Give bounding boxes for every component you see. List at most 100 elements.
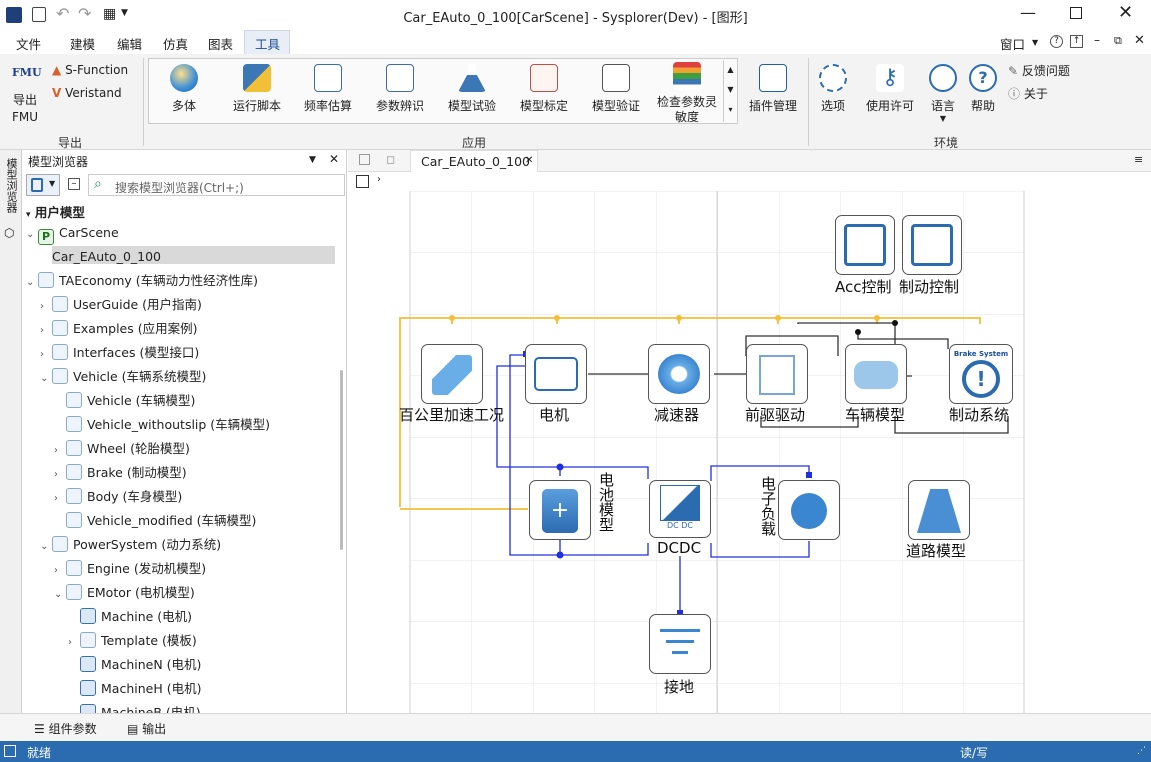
tree-expander-icon[interactable]: ⌄ [54, 584, 66, 606]
sfunction-button[interactable]: ▲ S-Function [52, 63, 128, 77]
veristand-button[interactable]: V Veristand [52, 86, 122, 100]
block-acc-control[interactable] [835, 215, 895, 275]
tree-item[interactable]: › Template (模板) [68, 630, 197, 652]
tab-car-eauto[interactable]: Car_EAuto_0_100 ✕ [410, 150, 538, 173]
app-multibody[interactable]: 多体 [160, 64, 208, 114]
block-battery[interactable]: + [529, 480, 591, 540]
block-road[interactable] [908, 480, 970, 540]
about-button[interactable]: ⓘ 关于 [1008, 85, 1048, 102]
diagram-canvas[interactable] [348, 191, 1151, 713]
block-dcdc[interactable]: DC DC [649, 480, 711, 538]
block-reducer[interactable] [648, 344, 710, 404]
block-electronic-load[interactable] [778, 480, 840, 540]
plugin-manager-button[interactable]: 插件管理 [745, 64, 801, 114]
tree-item[interactable]: › Engine (发动机模型) [54, 558, 206, 580]
app-model-validate[interactable]: 模型验证 [586, 64, 646, 114]
output-tab[interactable]: ▤ 输出 [127, 720, 166, 737]
tab-list-icon[interactable]: ≡ [1134, 153, 1143, 166]
block-fwd-drive[interactable] [746, 344, 808, 404]
help-small-icon[interactable]: ? [1050, 35, 1063, 48]
tree-item[interactable]: Car_EAuto_0_100 [40, 246, 161, 268]
tree-item[interactable]: Vehicle_modified (车辆模型) [54, 510, 256, 532]
tree-expander-icon[interactable]: ⌄ [26, 272, 38, 294]
tree-item[interactable]: › Interfaces (模型接口) [40, 342, 199, 364]
tree-item[interactable]: ⌄ Vehicle (车辆系统模型) [40, 366, 206, 388]
tree-item[interactable]: Vehicle (车辆模型) [54, 390, 195, 412]
tree-item[interactable]: ⌄ TAEconomy (车辆动力性经济性库) [26, 270, 258, 292]
block-brake-system[interactable]: Brake System! [949, 344, 1013, 404]
component-params-tab[interactable]: ☰ 组件参数 [34, 720, 97, 737]
tree-expander-icon[interactable]: › [40, 320, 52, 342]
tree-item[interactable]: ⌄ PowerSystem (动力系统) [40, 534, 221, 556]
menu-chart[interactable]: 图表 [208, 34, 233, 53]
breadcrumb-chevron-icon[interactable]: › [377, 174, 381, 185]
doc-minimize-button[interactable]: – [1094, 33, 1100, 47]
resize-grip-icon[interactable]: ⋰ [1137, 746, 1146, 756]
minimize-button[interactable]: — [1020, 3, 1036, 22]
tree-item[interactable]: MachineN (电机) [68, 654, 201, 676]
block-motor[interactable] [525, 344, 587, 404]
maximize-button[interactable] [1070, 7, 1082, 19]
tree-item[interactable]: MachineH (电机) [68, 678, 201, 700]
block-vehicle[interactable] [845, 344, 907, 404]
block-drive-cycle[interactable] [421, 344, 483, 404]
tab-close-icon[interactable]: ✕ [525, 155, 533, 166]
tree-expander-icon[interactable]: › [40, 296, 52, 318]
tree-expander-icon[interactable]: ⌄ [26, 224, 38, 246]
diagram-select-checkbox[interactable] [356, 175, 369, 188]
menu-tools[interactable]: 工具 [255, 34, 280, 53]
tab-pin-icon[interactable]: ◻ [386, 153, 395, 166]
tree-expander-icon[interactable]: › [54, 560, 66, 582]
app-model-test[interactable]: 模型试验 [442, 64, 502, 114]
tree-expander-icon[interactable]: › [54, 464, 66, 486]
browser-scrollbar[interactable] [340, 370, 343, 550]
menu-edit[interactable]: 编辑 [117, 34, 142, 53]
flask-icon [458, 64, 486, 92]
block-ground[interactable] [649, 614, 711, 674]
tree-expander-icon[interactable]: › [54, 488, 66, 510]
tree-expander-icon[interactable]: › [54, 440, 66, 462]
menu-window[interactable]: 窗口 [1000, 34, 1025, 53]
gallery-scroll[interactable]: ▲ ▼ ▾ [723, 60, 737, 122]
tree-item[interactable]: ⌄ P CarScene [26, 222, 119, 246]
window-menu-chevron-icon[interactable]: ▼ [1032, 38, 1038, 47]
collapse-all-icon[interactable]: – [68, 178, 80, 190]
menu-simulate[interactable]: 仿真 [163, 34, 188, 53]
tree-item[interactable]: › Examples (应用案例) [40, 318, 197, 340]
app-freq-estimate[interactable]: 频率估算 [298, 64, 358, 114]
license-button[interactable]: ⚷ 使用许可 [862, 64, 918, 114]
pin-icon[interactable]: ↑ [1070, 35, 1083, 48]
app-model-calibrate[interactable]: 模型标定 [514, 64, 574, 114]
doc-restore-button[interactable]: ⧉ [1114, 34, 1122, 48]
tree-item[interactable]: › Wheel (轮胎模型) [54, 438, 190, 460]
search-input[interactable]: ⌕ 搜索模型浏览器(Ctrl+;) [88, 174, 345, 196]
browser-view-button[interactable]: ▼ [26, 174, 60, 196]
app-run-script[interactable]: 运行脚本 [226, 64, 288, 114]
doc-close-button[interactable]: ✕ [1134, 33, 1145, 48]
tree-item[interactable]: › Body (车身模型) [54, 486, 182, 508]
side-tab-model-browser[interactable]: 模型浏览器 [3, 158, 19, 213]
app-param-ident[interactable]: 参数辨识 [370, 64, 430, 114]
export-fmu-button[interactable]: 导出 FMU [12, 92, 38, 126]
tree-item[interactable]: Machine (电机) [68, 606, 192, 628]
tree-expander-icon[interactable]: › [68, 632, 80, 654]
tree-item[interactable]: › Brake (制动模型) [54, 462, 187, 484]
menu-file[interactable]: 文件 [16, 34, 41, 53]
tree-expander-icon[interactable]: ⌄ [40, 368, 52, 390]
block-brake-control[interactable] [902, 215, 962, 275]
tree-item[interactable]: Vehicle_withoutslip (车辆模型) [54, 414, 270, 436]
feedback-button[interactable]: ✎ 反馈问题 [1008, 62, 1070, 79]
menu-modeling[interactable]: 建模 [70, 34, 95, 53]
tree-expander-icon[interactable]: › [40, 344, 52, 366]
tree-expander-icon[interactable]: ⌄ [40, 536, 52, 558]
tree-item[interactable]: › UserGuide (用户指南) [40, 294, 202, 316]
language-button[interactable]: 语言 ▼ [926, 64, 960, 123]
help-button[interactable]: ? 帮助 [966, 64, 1000, 114]
browser-close-icon[interactable]: ✕ [329, 152, 339, 166]
close-button[interactable]: ✕ [1118, 2, 1133, 23]
tab-restore-icon[interactable] [359, 154, 370, 165]
tree-item[interactable]: ⌄ EMotor (电机模型) [54, 582, 195, 604]
app-sensitivity[interactable]: 检查参数灵敏度 [655, 62, 719, 125]
browser-menu-chevron-icon[interactable]: ▼ [309, 155, 316, 165]
options-button[interactable]: 选项 [816, 64, 850, 114]
